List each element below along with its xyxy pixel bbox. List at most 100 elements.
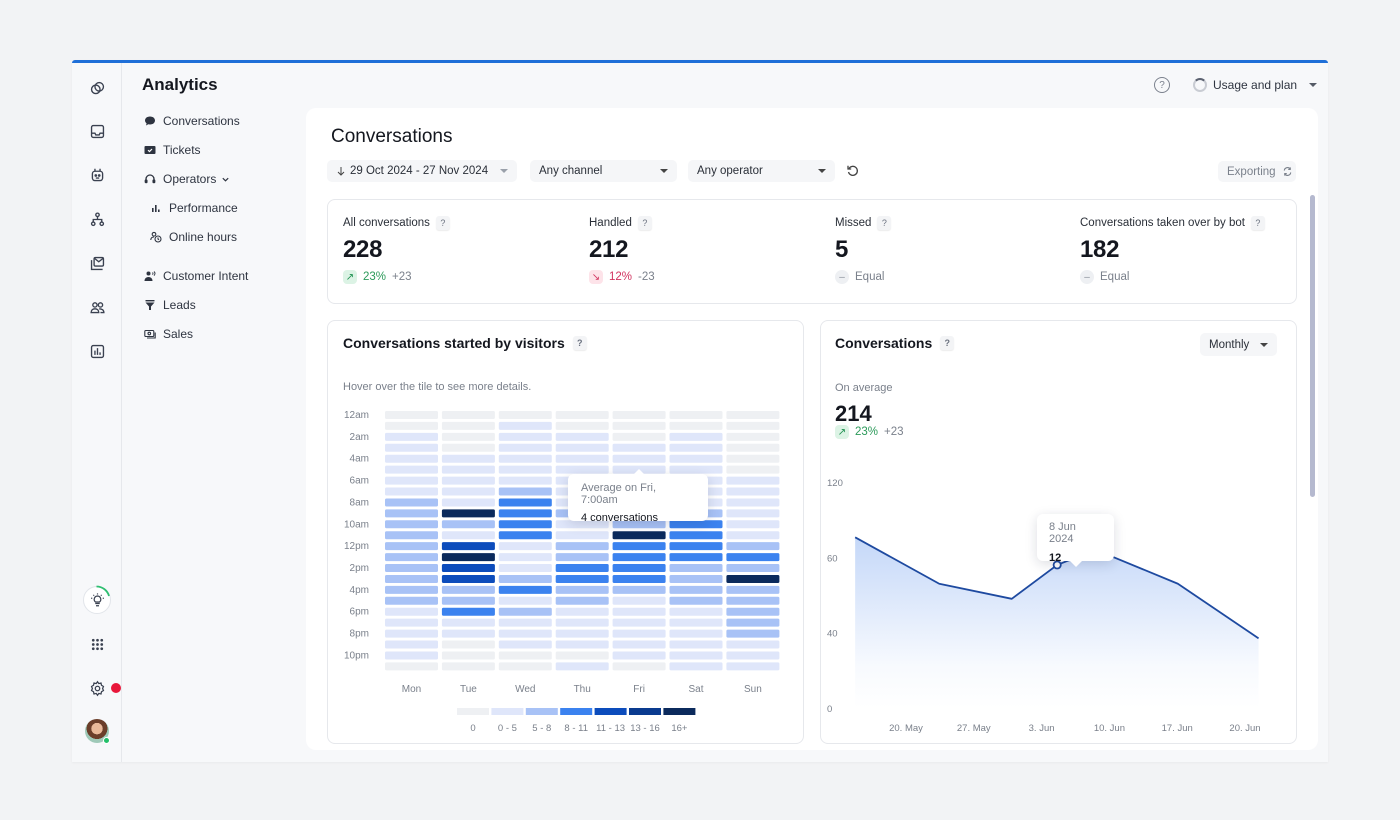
heatmap-cell[interactable] <box>555 607 609 616</box>
heatmap-cell[interactable] <box>498 596 552 605</box>
heatmap-cell[interactable] <box>612 607 666 616</box>
heatmap-cell[interactable] <box>441 585 495 594</box>
heatmap-cell[interactable] <box>498 432 552 441</box>
heatmap-cell[interactable] <box>498 607 552 616</box>
settings-gear-icon[interactable] <box>86 677 108 699</box>
heatmap-cell[interactable] <box>441 487 495 496</box>
heatmap-cell[interactable] <box>441 564 495 573</box>
heatmap-cell[interactable] <box>498 509 552 518</box>
heatmap-cell[interactable] <box>669 640 723 649</box>
heatmap-cell[interactable] <box>726 618 780 627</box>
help-button[interactable]: ? <box>1154 77 1170 93</box>
heatmap-cell[interactable] <box>555 662 609 671</box>
heatmap-cell[interactable] <box>669 454 723 463</box>
heatmap-cell[interactable] <box>612 421 666 430</box>
heatmap-cell[interactable] <box>441 542 495 551</box>
heatmap-cell[interactable] <box>498 421 552 430</box>
heatmap-cell[interactable] <box>441 520 495 529</box>
inbox-icon[interactable] <box>86 120 108 142</box>
heatmap-cell[interactable] <box>498 542 552 551</box>
heatmap-cell[interactable] <box>498 629 552 638</box>
heatmap-cell[interactable] <box>726 411 780 419</box>
heatmap-cell[interactable] <box>612 454 666 463</box>
channel-filter[interactable]: Any channel <box>530 160 677 182</box>
heatmap-cell[interactable] <box>441 640 495 649</box>
heatmap-cell[interactable] <box>669 531 723 540</box>
heatmap-cell[interactable] <box>612 574 666 583</box>
heatmap-cell[interactable] <box>441 465 495 474</box>
nav-item-operators[interactable]: Operators <box>143 170 230 188</box>
heatmap-cell[interactable] <box>555 411 609 419</box>
heatmap-cell[interactable] <box>385 487 438 496</box>
operator-filter[interactable]: Any operator <box>688 160 835 182</box>
nav-item-sales[interactable]: Sales <box>143 325 193 343</box>
heatmap-cell[interactable] <box>612 432 666 441</box>
heatmap-cell[interactable] <box>441 454 495 463</box>
heatmap-cell[interactable] <box>498 564 552 573</box>
heatmap-cell[interactable] <box>385 421 438 430</box>
heatmap-cell[interactable] <box>385 411 438 419</box>
nav-item-performance[interactable]: Performance <box>149 199 238 217</box>
heatmap-cell[interactable] <box>612 585 666 594</box>
date-range-filter[interactable]: 29 Oct 2024 - 27 Nov 2024 <box>327 160 517 182</box>
heatmap-cell[interactable] <box>612 596 666 605</box>
heatmap-cell[interactable] <box>385 596 438 605</box>
heatmap-cell[interactable] <box>726 629 780 638</box>
heatmap-cell[interactable] <box>498 553 552 562</box>
heatmap-cell[interactable] <box>385 662 438 671</box>
heatmap-cell[interactable] <box>385 531 438 540</box>
heatmap-cell[interactable] <box>612 411 666 419</box>
heatmap-cell[interactable] <box>726 553 780 562</box>
reset-filters-icon[interactable] <box>846 164 860 178</box>
heatmap-cell[interactable] <box>726 498 780 507</box>
heatmap-cell[interactable] <box>669 662 723 671</box>
heatmap-cell[interactable] <box>726 564 780 573</box>
heatmap-cell[interactable] <box>612 564 666 573</box>
heatmap-cell[interactable] <box>555 542 609 551</box>
heatmap-cell[interactable] <box>726 487 780 496</box>
heatmap-cell[interactable] <box>555 596 609 605</box>
heatmap-cell[interactable] <box>726 607 780 616</box>
heatmap-cell[interactable] <box>441 607 495 616</box>
heatmap-cell[interactable] <box>498 520 552 529</box>
heatmap-cell[interactable] <box>441 662 495 671</box>
heatmap-cell[interactable] <box>385 520 438 529</box>
heatmap-cell[interactable] <box>726 542 780 551</box>
heatmap-cell[interactable] <box>726 531 780 540</box>
heatmap-cell[interactable] <box>498 411 552 419</box>
heatmap-cell[interactable] <box>555 553 609 562</box>
nav-item-customer-intent[interactable]: Customer Intent <box>143 267 248 285</box>
heatmap-cell[interactable] <box>385 651 438 660</box>
heatmap-cell[interactable] <box>498 640 552 649</box>
heatmap-cell[interactable] <box>441 498 495 507</box>
heatmap-cell[interactable] <box>726 585 780 594</box>
heatmap-cell[interactable] <box>498 454 552 463</box>
heatmap-cell[interactable] <box>441 443 495 452</box>
heatmap-cell[interactable] <box>555 640 609 649</box>
heatmap-cell[interactable] <box>612 618 666 627</box>
help-tooltip-icon[interactable]: ? <box>637 216 652 230</box>
heatmap-cell[interactable] <box>726 465 780 474</box>
heatmap-cell[interactable] <box>498 662 552 671</box>
heatmap-cell[interactable] <box>669 629 723 638</box>
heatmap-cell[interactable] <box>555 465 609 474</box>
heatmap-cell[interactable] <box>441 596 495 605</box>
nav-item-online-hours[interactable]: Online hours <box>149 228 237 246</box>
heatmap-cell[interactable] <box>498 443 552 452</box>
help-tooltip-icon[interactable]: ? <box>877 216 892 230</box>
heatmap-cell[interactable] <box>441 432 495 441</box>
tips-lightbulb-button[interactable] <box>83 585 111 614</box>
heatmap-cell[interactable] <box>385 542 438 551</box>
heatmap-cell[interactable] <box>726 443 780 452</box>
heatmap-cell[interactable] <box>726 421 780 430</box>
heatmap-cell[interactable] <box>669 651 723 660</box>
heatmap-cell[interactable] <box>726 651 780 660</box>
heatmap-cell[interactable] <box>498 651 552 660</box>
heatmap-cell[interactable] <box>385 629 438 638</box>
usage-and-plan-menu[interactable]: Usage and plan <box>1193 76 1318 94</box>
heatmap-cell[interactable] <box>555 618 609 627</box>
heatmap-cell[interactable] <box>726 476 780 485</box>
heatmap-cell[interactable] <box>669 618 723 627</box>
heatmap-cell[interactable] <box>612 640 666 649</box>
heatmap-cell[interactable] <box>385 498 438 507</box>
